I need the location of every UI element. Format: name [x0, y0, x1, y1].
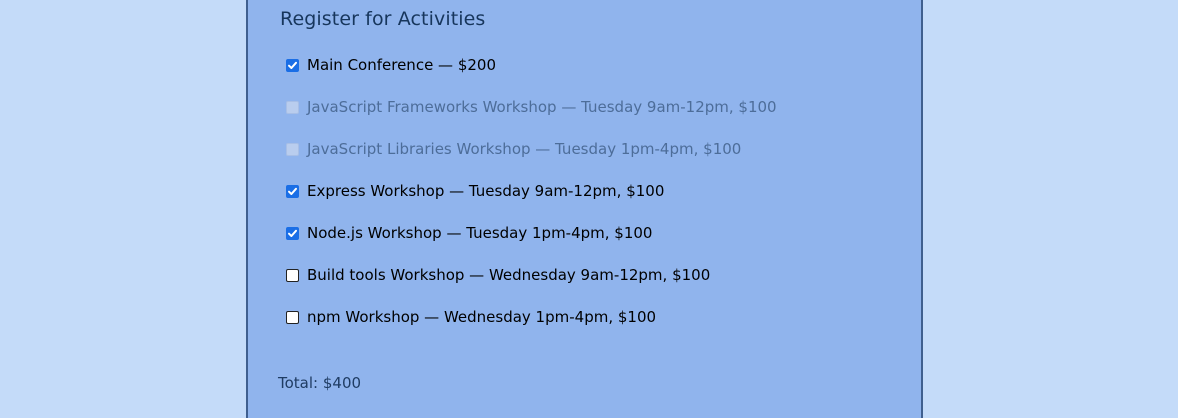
checkmark-icon [288, 187, 297, 195]
activity-label: Build tools Workshop — Wednesday 9am-12p… [307, 266, 711, 284]
activity-main-conference[interactable]: Main Conference — $200 [286, 55, 496, 75]
checkbox [286, 142, 299, 156]
activity-label: npm Workshop — Wednesday 1pm-4pm, $100 [307, 308, 657, 326]
activity-js-libraries-workshop: JavaScript Libraries Workshop — Tuesday … [286, 139, 741, 159]
activity-label: Main Conference — $200 [307, 56, 497, 74]
activity-label: JavaScript Libraries Workshop — Tuesday … [307, 140, 742, 158]
checkbox[interactable] [286, 184, 299, 198]
checkbox[interactable] [286, 268, 299, 282]
activities-panel: Register for Activities Main Conference … [246, 0, 923, 418]
activity-label: Express Workshop — Tuesday 9am-12pm, $10… [307, 182, 665, 200]
checkbox[interactable] [286, 58, 299, 72]
checkmark-icon [288, 61, 297, 69]
activity-label: Node.js Workshop — Tuesday 1pm-4pm, $100 [307, 224, 653, 242]
activity-nodejs-workshop[interactable]: Node.js Workshop — Tuesday 1pm-4pm, $100 [286, 223, 652, 243]
activity-express-workshop[interactable]: Express Workshop — Tuesday 9am-12pm, $10… [286, 181, 664, 201]
checkbox [286, 100, 299, 114]
checkbox[interactable] [286, 310, 299, 324]
checkbox[interactable] [286, 226, 299, 240]
activity-build-tools-workshop[interactable]: Build tools Workshop — Wednesday 9am-12p… [286, 265, 710, 285]
activity-js-frameworks-workshop: JavaScript Frameworks Workshop — Tuesday… [286, 97, 777, 117]
total-cost: Total: $400 [278, 374, 362, 392]
section-title: Register for Activities [280, 8, 486, 30]
activity-label: JavaScript Frameworks Workshop — Tuesday… [307, 98, 777, 116]
checkmark-icon [288, 229, 297, 237]
activity-npm-workshop[interactable]: npm Workshop — Wednesday 1pm-4pm, $100 [286, 307, 656, 327]
